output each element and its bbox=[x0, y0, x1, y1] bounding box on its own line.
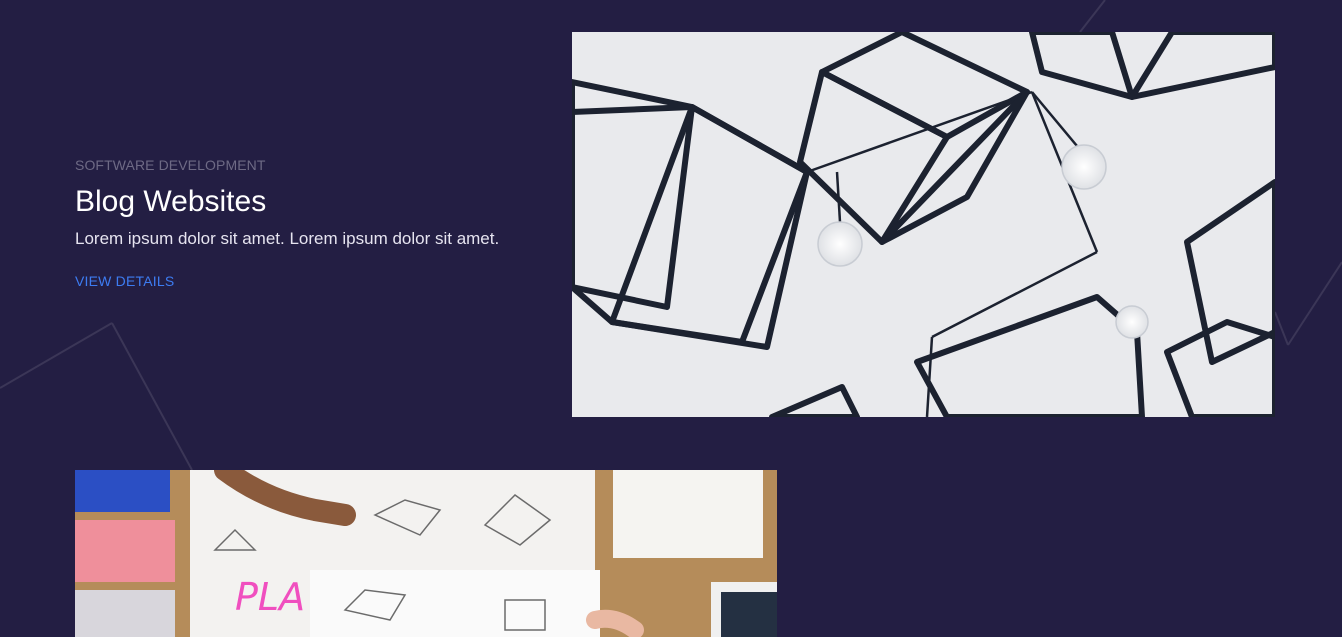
project-image-cubes[interactable] bbox=[572, 32, 1275, 417]
cube-lights-photo-placeholder bbox=[572, 32, 1275, 417]
project-info: SOFTWARE DEVELOPMENT Blog Websites Lorem… bbox=[75, 156, 545, 291]
project-title: Blog Websites bbox=[75, 185, 267, 218]
project-description: Lorem ipsum dolor sit amet. Lorem ipsum … bbox=[75, 229, 500, 248]
svg-text:PLA: PLA bbox=[235, 575, 305, 619]
project-image-sketches[interactable]: PLA bbox=[75, 470, 777, 637]
view-details-link[interactable]: VIEW DETAILS bbox=[75, 272, 174, 290]
sketch-desk-photo-placeholder: PLA bbox=[75, 470, 777, 637]
project-section: SOFTWARE DEVELOPMENT Blog Websites Lorem… bbox=[0, 0, 1342, 637]
project-category: SOFTWARE DEVELOPMENT bbox=[75, 157, 266, 173]
